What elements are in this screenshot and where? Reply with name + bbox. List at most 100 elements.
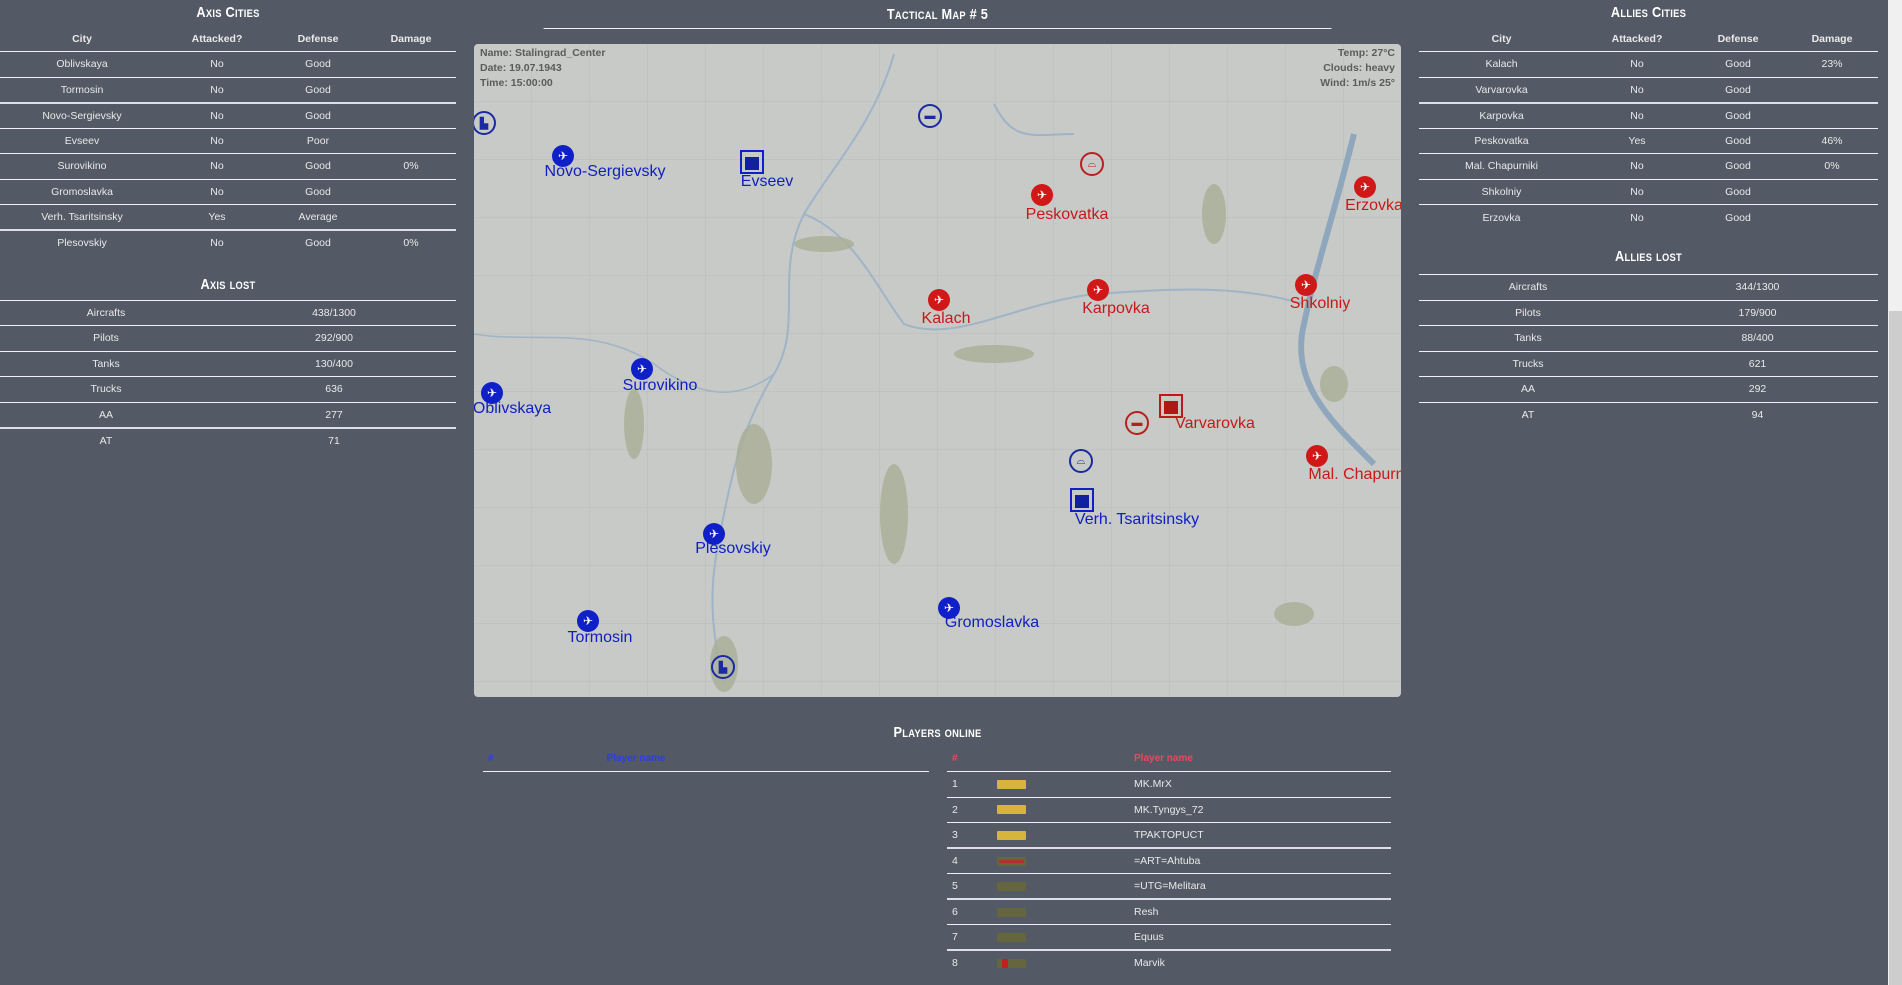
- city-name: Oblivskaya: [0, 51, 164, 77]
- table-row: Shkolniy No Good: [1419, 178, 1878, 205]
- attacked-status: No: [1584, 76, 1690, 103]
- attacked-status: No: [164, 229, 270, 256]
- column-header: Attacked?: [164, 26, 270, 52]
- airfield-icon[interactable]: ✈: [1031, 184, 1053, 206]
- city-name: Shkolniy: [1419, 178, 1584, 205]
- rank-insignia-icon: [997, 907, 1026, 917]
- player-name[interactable]: MK.Tyngys_72: [1134, 796, 1391, 823]
- defense-status: Good: [270, 178, 366, 205]
- defense-status: Good: [1690, 204, 1786, 230]
- player-row[interactable]: 8 Marvik: [947, 949, 1391, 976]
- city-buildings-icon[interactable]: [1070, 488, 1094, 512]
- city-label-surovikino[interactable]: Surovikino: [623, 377, 698, 395]
- city-label-novo-sergievsky[interactable]: Novo-Sergievsky: [545, 163, 666, 181]
- rank-insignia-icon: [997, 932, 1026, 942]
- city-label-evseev[interactable]: Evseev: [741, 173, 793, 191]
- city-label-erzovka[interactable]: Erzovka: [1345, 197, 1401, 215]
- airfield-icon[interactable]: ✈: [1354, 176, 1376, 198]
- attacked-status: No: [164, 51, 270, 77]
- player-name[interactable]: =ART=Ahtuba: [1134, 847, 1391, 874]
- attacked-status: Yes: [1584, 127, 1690, 154]
- map-terrain: [474, 44, 1401, 697]
- player-row[interactable]: 3 TPAKTOPUCT: [947, 822, 1391, 848]
- loss-category: Trucks: [0, 376, 212, 402]
- defense-status: Good: [270, 229, 366, 256]
- city-name: Tormosin: [0, 76, 164, 103]
- city-label-varvarovka[interactable]: Varvarovka: [1175, 415, 1255, 433]
- player-name[interactable]: Marvik: [1134, 949, 1391, 976]
- city-buildings-icon[interactable]: [740, 150, 764, 174]
- city-name: Kalach: [1419, 51, 1584, 77]
- table-row: Kalach No Good 23%: [1419, 51, 1878, 77]
- bridge-icon[interactable]: ⌓: [1080, 152, 1104, 176]
- defense-status: Good: [1690, 153, 1786, 179]
- rank-insignia-icon: [997, 881, 1026, 891]
- player-number: 8: [947, 949, 997, 976]
- city-label-plesovskiy[interactable]: Plesovskiy: [695, 540, 771, 558]
- airfield-icon[interactable]: ✈: [1087, 279, 1109, 301]
- loss-value: 94: [1637, 401, 1878, 428]
- city-label-mal-chapurniki[interactable]: Mal. Chapurniki: [1308, 466, 1401, 484]
- player-row[interactable]: 2 MK.Tyngys_72: [947, 796, 1391, 823]
- city-label-peskovatka[interactable]: Peskovatka: [1026, 206, 1109, 224]
- player-name[interactable]: =UTG=Melitara: [1134, 873, 1391, 899]
- loss-category: AA: [1419, 376, 1637, 402]
- axis-players-table: # Player name: [483, 746, 929, 772]
- column-header: Damage: [366, 26, 456, 52]
- defense-status: Poor: [270, 127, 366, 154]
- player-name[interactable]: TPAKTOPUCT: [1134, 822, 1391, 848]
- column-header: City: [0, 26, 164, 52]
- page-scrollbar[interactable]: [1888, 0, 1902, 985]
- city-label-tormosin[interactable]: Tormosin: [568, 629, 633, 647]
- attacked-status: No: [1584, 178, 1690, 205]
- player-row[interactable]: 1 MK.MrX: [947, 771, 1391, 797]
- player-name[interactable]: MK.MrX: [1134, 771, 1391, 797]
- city-label-karpovka[interactable]: Karpovka: [1082, 300, 1150, 318]
- rank-cell: [997, 796, 1134, 823]
- rank-cell: [997, 924, 1134, 950]
- table-row: Peskovatka Yes Good 46%: [1419, 127, 1878, 154]
- tactical-map[interactable]: Name: Stalingrad_Center Date: 19.07.1943…: [474, 44, 1401, 697]
- attacked-status: No: [164, 153, 270, 179]
- table-row: Trucks 621: [1419, 350, 1878, 377]
- city-label-shkolniy[interactable]: Shkolniy: [1290, 295, 1350, 313]
- city-label-oblivskaya[interactable]: Oblivskaya: [474, 400, 551, 418]
- table-row: Plesovskiy No Good 0%: [0, 229, 456, 256]
- bridge-icon[interactable]: ⌓: [1069, 449, 1093, 473]
- allies-lost-table: Aircrafts 344/1300 Pilots 179/900 Tanks 88/40…: [1419, 274, 1878, 428]
- allies-lost-title: Allies lost: [1615, 248, 1682, 265]
- table-row: Novo-Sergievsky No Good: [0, 101, 456, 128]
- city-label-kalach[interactable]: Kalach: [922, 310, 971, 328]
- loss-category: Aircrafts: [1419, 274, 1637, 300]
- map-wind: Wind: 1m/s 25°: [1320, 77, 1395, 89]
- player-row[interactable]: 7 Equus: [947, 924, 1391, 950]
- table-row: Tanks 88/400: [1419, 325, 1878, 351]
- tank-icon[interactable]: ▬: [918, 104, 942, 128]
- city-label-verh-tsaritsinsky[interactable]: Verh. Tsaritsinsky: [1075, 511, 1199, 529]
- player-row[interactable]: 4 =ART=Ahtuba: [947, 847, 1391, 874]
- damage-value: [366, 51, 456, 77]
- airfield-icon[interactable]: ✈: [1295, 274, 1317, 296]
- damage-value: 0%: [366, 229, 456, 256]
- player-row[interactable]: 5 =UTG=Melitara: [947, 873, 1391, 899]
- damage-value: [1786, 204, 1878, 230]
- players-online-title: Players online: [893, 724, 982, 741]
- axis-lost-table: Aircrafts 438/1300 Pilots 292/900 Tanks 130/4…: [0, 299, 456, 453]
- city-name: Verh. Tsaritsinsky: [0, 204, 164, 230]
- airfield-icon[interactable]: ✈: [928, 289, 950, 311]
- damage-value: [1786, 101, 1878, 128]
- scrollbar-thumb[interactable]: [1889, 311, 1902, 985]
- city-name: Karpovka: [1419, 101, 1584, 128]
- player-name[interactable]: Equus: [1134, 924, 1391, 950]
- table-row: Surovikino No Good 0%: [0, 153, 456, 179]
- table-row: Aircrafts 344/1300: [1419, 274, 1878, 300]
- airfield-icon[interactable]: ✈: [1306, 445, 1328, 467]
- attacked-status: No: [164, 76, 270, 103]
- player-name[interactable]: Resh: [1134, 898, 1391, 925]
- factory-icon[interactable]: ▙: [711, 655, 735, 679]
- player-row[interactable]: 6 Resh: [947, 898, 1391, 925]
- attacked-status: Yes: [164, 204, 270, 230]
- axis-cities-table: City Attacked? Defense Damage Oblivskaya No G…: [0, 26, 456, 256]
- city-label-gromoslavka[interactable]: Gromoslavka: [945, 614, 1039, 632]
- tank-icon[interactable]: ▬: [1125, 411, 1149, 435]
